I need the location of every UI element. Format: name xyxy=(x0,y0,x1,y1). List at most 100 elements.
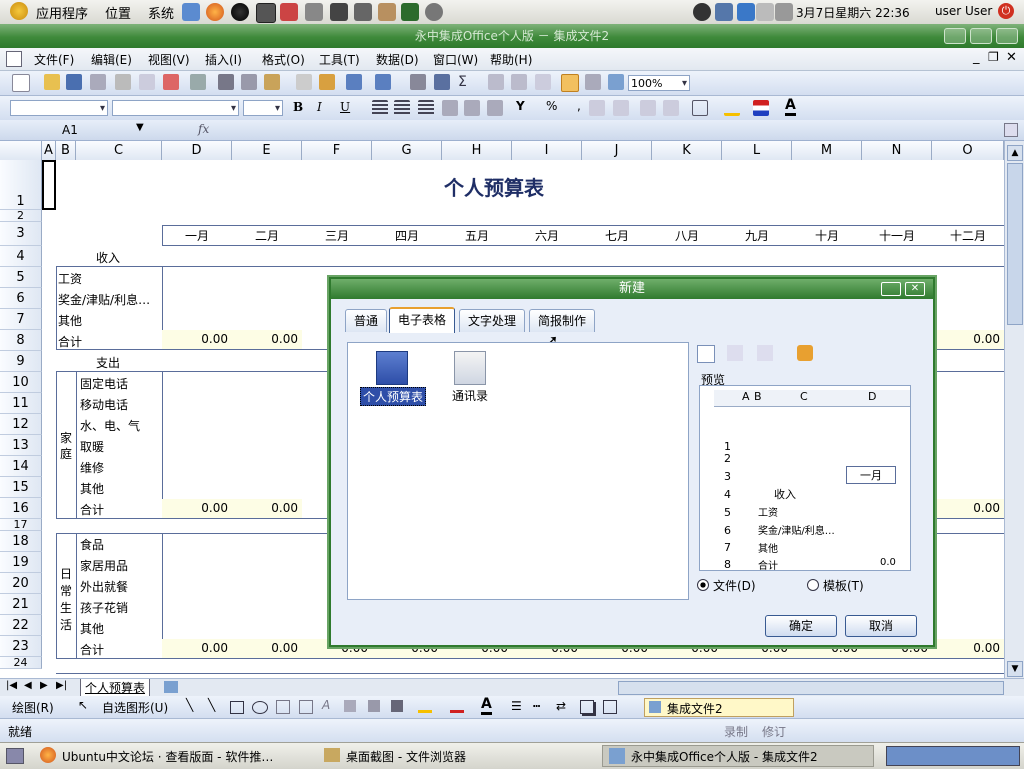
template-list[interactable]: 个人预算表 通讯录 xyxy=(347,342,689,600)
col-header-l[interactable]: L xyxy=(722,141,792,160)
daily-item[interactable]: 外出就餐 xyxy=(80,578,128,595)
month-header[interactable]: 十二月 xyxy=(932,227,1004,244)
col-header-d[interactable]: D xyxy=(162,141,232,160)
template-spreadsheet-icon[interactable] xyxy=(376,351,408,385)
chart-icon[interactable] xyxy=(434,74,450,90)
volume-icon[interactable] xyxy=(775,3,793,21)
launcher-icon[interactable] xyxy=(182,3,200,21)
col-header-m[interactable]: M xyxy=(792,141,862,160)
permission-icon[interactable] xyxy=(90,74,106,90)
col-header-n[interactable]: N xyxy=(862,141,932,160)
view-list-icon[interactable] xyxy=(757,345,773,361)
col-header-f[interactable]: F xyxy=(302,141,372,160)
daily-group-label[interactable]: 日常生活 xyxy=(60,566,72,634)
menu-edit[interactable]: 编辑(E) xyxy=(87,51,136,68)
italic-button[interactable]: I xyxy=(317,100,322,114)
status-record[interactable]: 录制 xyxy=(724,723,748,740)
family-total-label[interactable]: 合计 xyxy=(80,501,104,518)
income-item[interactable]: 奖金/津贴/利息… xyxy=(58,291,150,308)
qq-tray-icon[interactable] xyxy=(693,3,711,21)
menu-view[interactable]: 视图(V) xyxy=(144,51,194,68)
sheet-tab-active[interactable]: 个人预算表 xyxy=(80,679,151,697)
template-addressbook-icon[interactable] xyxy=(454,351,486,385)
daily-item[interactable]: 孩子花销 xyxy=(80,599,128,616)
shadow-icon[interactable] xyxy=(580,700,594,714)
row-header[interactable]: 23 xyxy=(0,636,42,657)
row-header[interactable]: 8 xyxy=(0,330,42,351)
prev-sheet-button[interactable]: ◀ xyxy=(24,680,32,691)
name-box-dropdown-icon[interactable]: ▼ xyxy=(136,122,144,133)
month-header[interactable]: 九月 xyxy=(722,227,792,244)
cell-color-icon[interactable] xyxy=(753,100,769,116)
merge-center-icon[interactable] xyxy=(442,100,458,116)
month-header[interactable]: 六月 xyxy=(512,227,582,244)
line-style-icon[interactable]: ☰ xyxy=(511,699,522,713)
template-address-book[interactable]: 通讯录 xyxy=(452,387,488,404)
draw-menu[interactable]: 绘图(R) xyxy=(12,699,54,716)
doc-close-button[interactable]: ✕ xyxy=(1006,50,1017,65)
taskbar-item-file-browser[interactable]: 桌面截图 - 文件浏览器 xyxy=(318,745,558,765)
workspace-switcher[interactable] xyxy=(886,746,1020,766)
menu-window[interactable]: 窗口(W) xyxy=(429,51,482,68)
vertical-scrollbar[interactable]: ▲ ▼ xyxy=(1004,141,1024,678)
month-header[interactable]: 二月 xyxy=(232,227,302,244)
radio-file-label[interactable]: 文件(D) xyxy=(713,577,756,594)
minimize-button[interactable] xyxy=(944,28,966,44)
month-header[interactable]: 三月 xyxy=(302,227,372,244)
family-item[interactable]: 移动电话 xyxy=(80,396,128,413)
notes-icon[interactable] xyxy=(737,3,755,21)
currency-icon[interactable]: Y xyxy=(516,99,525,113)
month-header[interactable]: 十一月 xyxy=(862,227,932,244)
family-item[interactable]: 水、电、气 xyxy=(80,417,140,434)
arrow-icon[interactable]: ╲ xyxy=(208,698,215,712)
row-header[interactable]: 18 xyxy=(0,531,42,552)
tab-word-processing[interactable]: 文字处理 xyxy=(459,309,526,332)
system-monitor-icon[interactable] xyxy=(401,3,419,21)
paste-icon[interactable] xyxy=(264,74,280,90)
percent-icon[interactable]: % xyxy=(546,99,557,113)
income-total-jan[interactable]: 0.00 xyxy=(162,330,232,349)
first-sheet-button[interactable]: |◀ xyxy=(6,680,17,691)
month-header[interactable]: 一月 xyxy=(162,227,232,244)
family-total-dec[interactable]: 0.00 xyxy=(932,499,1004,518)
template-personal-budget[interactable]: 个人预算表 xyxy=(360,387,427,406)
select-all-corner[interactable] xyxy=(0,141,42,160)
arrow-style-icon[interactable]: ⇄ xyxy=(556,699,566,713)
borders-icon[interactable] xyxy=(692,100,708,116)
income-item[interactable]: 其他 xyxy=(58,312,82,329)
month-header[interactable]: 四月 xyxy=(372,227,442,244)
family-group-label[interactable]: 家庭 xyxy=(60,430,72,462)
family-item[interactable]: 其他 xyxy=(80,480,104,497)
row-header[interactable]: 16 xyxy=(0,498,42,519)
col-header-g[interactable]: G xyxy=(372,141,442,160)
select-objects-icon[interactable]: ↖ xyxy=(78,698,88,712)
doc-minimize-button[interactable]: _ xyxy=(973,50,980,65)
status-revise[interactable]: 修订 xyxy=(762,723,786,740)
row-header[interactable]: 20 xyxy=(0,573,42,594)
radio-file[interactable] xyxy=(697,579,709,591)
size-select[interactable] xyxy=(243,100,283,117)
navigator-icon[interactable] xyxy=(585,74,601,90)
monitor-icon[interactable] xyxy=(330,3,348,21)
firefox-icon[interactable] xyxy=(206,3,224,21)
view-large-icons-icon[interactable] xyxy=(697,345,715,363)
doc-window-tab[interactable]: 集成文件2 xyxy=(644,698,794,717)
clear-format-icon[interactable] xyxy=(535,74,551,90)
row-header[interactable]: 4 xyxy=(0,246,42,267)
col-header-e[interactable]: E xyxy=(232,141,302,160)
scroll-down-button[interactable]: ▼ xyxy=(1007,661,1023,677)
row-header[interactable]: 1 xyxy=(0,160,42,210)
row-header[interactable]: 22 xyxy=(0,615,42,636)
open-icon[interactable] xyxy=(44,74,60,90)
clock[interactable]: 3月7日星期六 22:36 xyxy=(796,4,910,21)
merge-cells-icon[interactable] xyxy=(464,100,480,116)
vertical-textbox-icon[interactable] xyxy=(299,700,313,714)
col-header-c[interactable]: C xyxy=(76,141,162,160)
increase-decimal-icon[interactable] xyxy=(589,100,605,116)
daily-total-dec[interactable]: 0.00 xyxy=(932,639,1004,658)
row-header[interactable]: 10 xyxy=(0,372,42,393)
income-total-feb[interactable]: 0.00 xyxy=(232,330,302,349)
dialog-titlebar[interactable]: 新建 ✕ xyxy=(331,279,933,299)
dialog-minimize-button[interactable] xyxy=(881,282,901,296)
col-header-i[interactable]: I xyxy=(512,141,582,160)
